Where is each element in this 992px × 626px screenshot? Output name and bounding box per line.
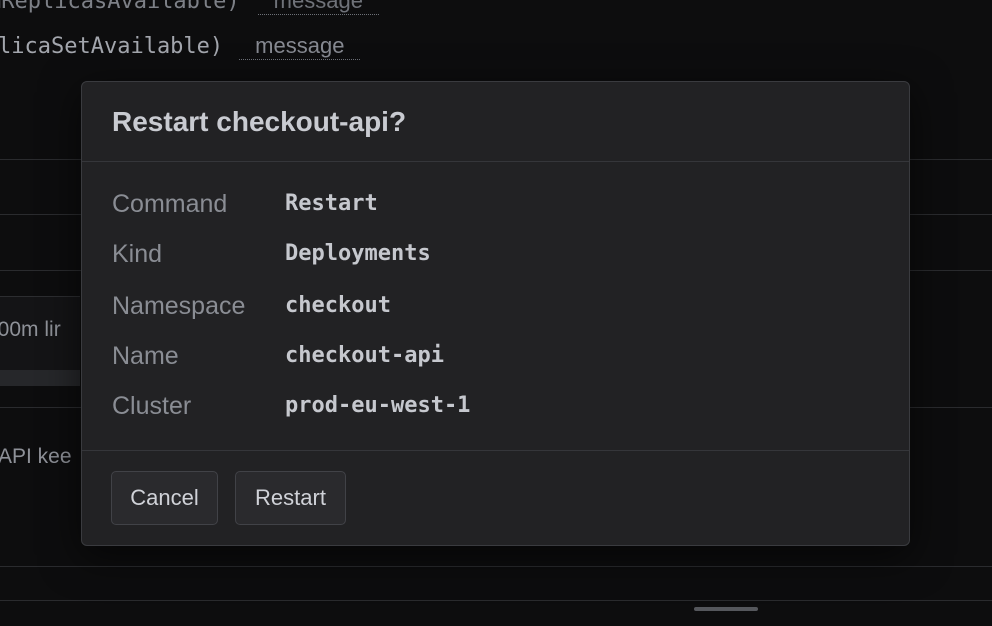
detail-key: Command xyxy=(112,190,228,218)
background-divider xyxy=(0,600,992,601)
horizontal-scrollbar-thumb[interactable] xyxy=(694,607,758,611)
detail-value: Deployments xyxy=(285,241,431,266)
restart-confirmation-dialog: Restart checkout-api? Command Restart Ki… xyxy=(81,81,910,546)
background-status-line: licaSetAvailable) message xyxy=(0,33,361,60)
detail-value: prod-eu-west-1 xyxy=(285,393,471,418)
background-description-text: API kee xyxy=(0,445,72,468)
dialog-title: Restart checkout-api? xyxy=(112,106,407,137)
status-condition-text: mReplicasAvailable) xyxy=(0,0,240,14)
app-page: mReplicasAvailable) message licaSetAvaila… xyxy=(0,0,992,626)
detail-key: Namespace xyxy=(112,292,246,320)
detail-value: checkout xyxy=(285,293,391,318)
dialog-details: Command Restart Kind Deployments Namespa… xyxy=(82,162,909,451)
background-card-bar xyxy=(0,370,80,386)
dialog-header: Restart checkout-api? xyxy=(82,82,909,162)
background-status-line: mReplicasAvailable) message xyxy=(0,0,379,15)
cancel-button[interactable]: Cancel xyxy=(111,471,218,525)
background-limit-text: 500m lir xyxy=(0,318,61,341)
status-condition-text: licaSetAvailable) xyxy=(0,34,224,59)
detail-value: Restart xyxy=(285,191,378,216)
detail-key: Cluster xyxy=(112,392,192,420)
detail-value: checkout-api xyxy=(285,343,444,368)
background-divider xyxy=(0,566,992,567)
status-message-tag: message xyxy=(257,0,379,15)
status-message-tag: message xyxy=(239,33,361,60)
detail-key: Kind xyxy=(112,240,163,268)
dialog-footer: Cancel Restart xyxy=(82,451,909,545)
detail-key: Name xyxy=(112,342,179,370)
restart-button[interactable]: Restart xyxy=(235,471,346,525)
